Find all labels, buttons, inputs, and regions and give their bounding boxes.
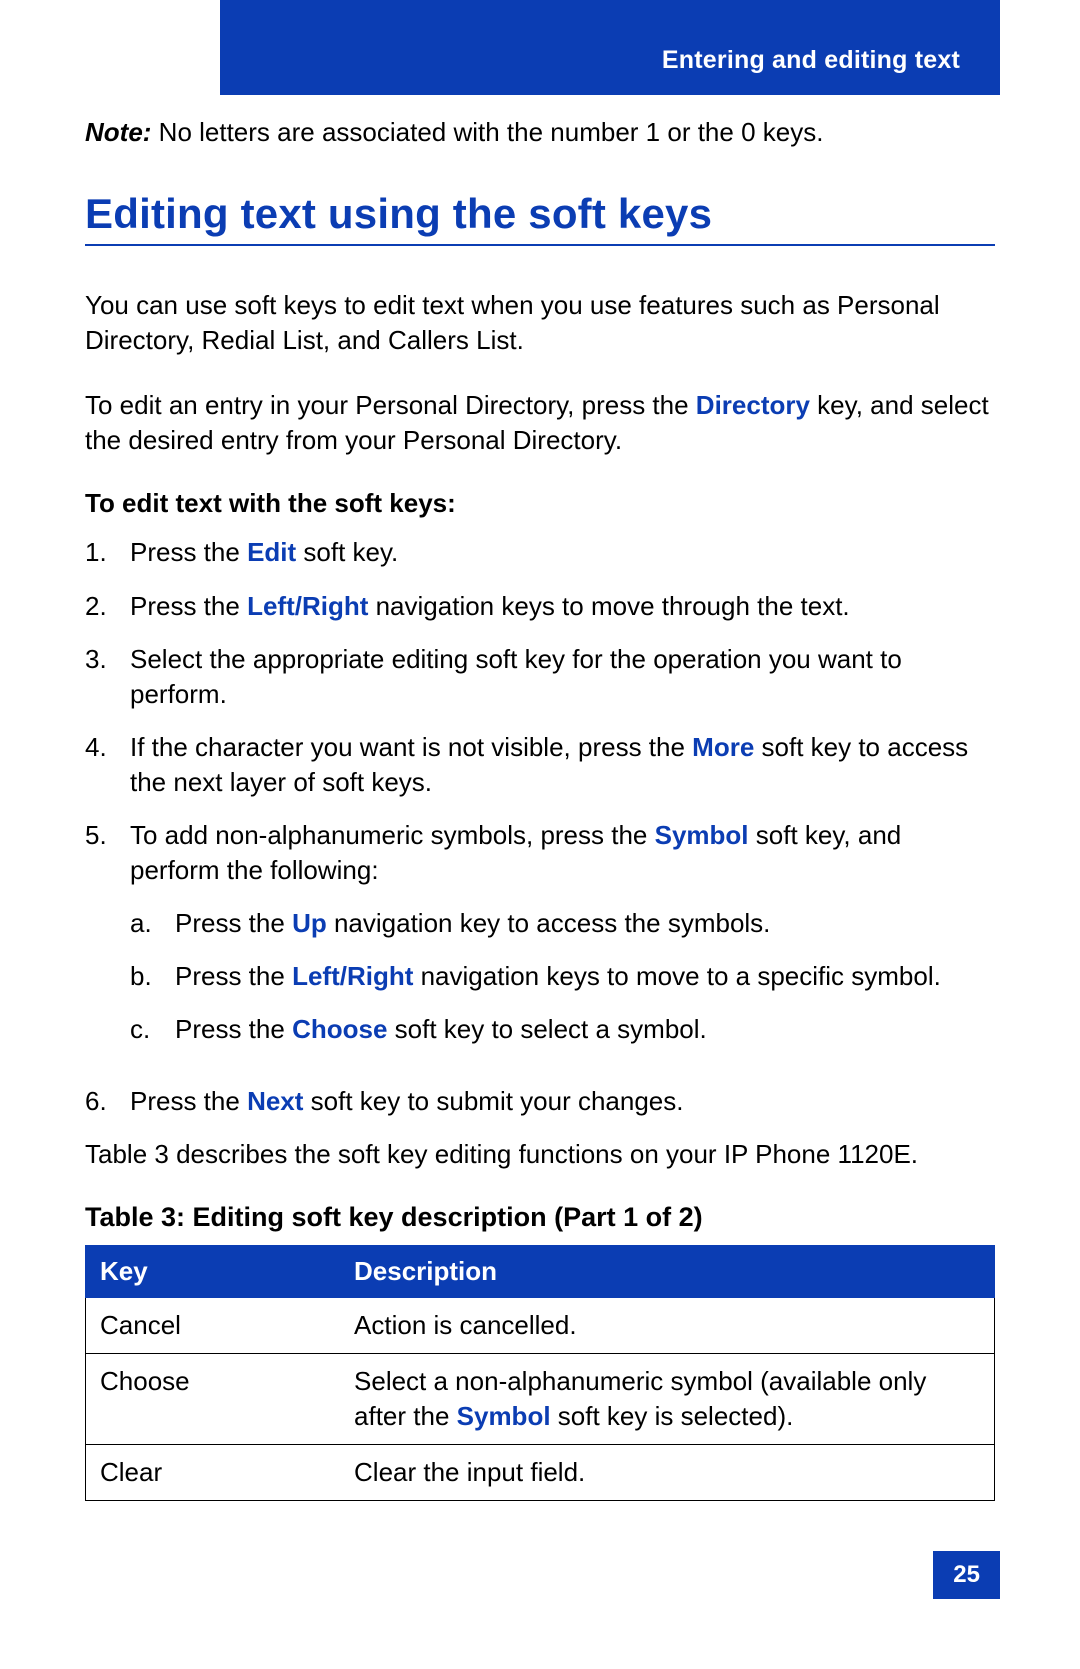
step-6: 6. Press the Next soft key to submit you… bbox=[85, 1084, 995, 1119]
section-title: Editing text using the soft keys bbox=[85, 190, 995, 246]
substep-a: a. Press the Up navigation key to access… bbox=[130, 906, 995, 941]
header-bar: Entering and editing text bbox=[220, 0, 1000, 95]
text-frag: soft key to select a symbol. bbox=[387, 1014, 706, 1044]
table-header-row: Key Description bbox=[86, 1245, 995, 1297]
text-frag: soft key is selected). bbox=[551, 1401, 794, 1431]
step-3: 3. Select the appropriate editing soft k… bbox=[85, 642, 995, 712]
note-label: Note: bbox=[85, 117, 151, 147]
col-key: Key bbox=[86, 1245, 341, 1297]
intro-paragraph-2: To edit an entry in your Personal Direct… bbox=[85, 388, 995, 458]
substep-text: Press the Up navigation key to access th… bbox=[175, 906, 995, 941]
table-row: Choose Select a non-alphanumeric symbol … bbox=[86, 1353, 995, 1444]
steps-list: 1. Press the Edit soft key. 2. Press the… bbox=[85, 535, 995, 1118]
leftright-keyword: Left/Right bbox=[292, 961, 413, 991]
text-frag: Press the bbox=[130, 591, 247, 621]
header-title: Entering and editing text bbox=[662, 46, 960, 75]
text-frag: If the character you want is not visible… bbox=[130, 732, 692, 762]
table-row: Clear Clear the input field. bbox=[86, 1444, 995, 1500]
text-frag: Press the bbox=[130, 537, 247, 567]
substep-letter: c. bbox=[130, 1012, 175, 1047]
symbol-keyword: Symbol bbox=[655, 820, 749, 850]
note-line: Note: No letters are associated with the… bbox=[85, 115, 995, 150]
step-number: 2. bbox=[85, 589, 130, 624]
note-text: No letters are associated with the numbe… bbox=[151, 117, 823, 147]
substep-letter: a. bbox=[130, 906, 175, 941]
intro2-part-a: To edit an entry in your Personal Direct… bbox=[85, 390, 696, 420]
table-intro: Table 3 describes the soft key editing f… bbox=[85, 1137, 995, 1172]
step-number: 1. bbox=[85, 535, 130, 570]
step-text: Press the Next soft key to submit your c… bbox=[130, 1084, 995, 1119]
cell-key: Clear bbox=[86, 1444, 341, 1500]
substep-text: Press the Left/Right navigation keys to … bbox=[175, 959, 995, 994]
step-number: 6. bbox=[85, 1084, 130, 1119]
cell-key: Choose bbox=[86, 1353, 341, 1444]
step-text: Select the appropriate editing soft key … bbox=[130, 642, 995, 712]
substep-text: Press the Choose soft key to select a sy… bbox=[175, 1012, 995, 1047]
cell-desc: Select a non-alphanumeric symbol (availa… bbox=[340, 1353, 994, 1444]
step-2: 2. Press the Left/Right navigation keys … bbox=[85, 589, 995, 624]
text-frag: Press the bbox=[175, 1014, 292, 1044]
text-frag: soft key. bbox=[296, 537, 398, 567]
step-number: 5. bbox=[85, 818, 130, 1065]
text-frag: Press the bbox=[175, 908, 292, 938]
substep-c: c. Press the Choose soft key to select a… bbox=[130, 1012, 995, 1047]
cell-desc: Action is cancelled. bbox=[340, 1297, 994, 1353]
table-row: Cancel Action is cancelled. bbox=[86, 1297, 995, 1353]
text-frag: To add non-alphanumeric symbols, press t… bbox=[130, 820, 655, 850]
step-5: 5. To add non-alphanumeric symbols, pres… bbox=[85, 818, 995, 1065]
table-caption: Table 3: Editing soft key description (P… bbox=[85, 1202, 995, 1233]
substep-b: b. Press the Left/Right navigation keys … bbox=[130, 959, 995, 994]
step-4: 4. If the character you want is not visi… bbox=[85, 730, 995, 800]
symbol-keyword: Symbol bbox=[457, 1401, 551, 1431]
page-number: 25 bbox=[933, 1551, 1000, 1599]
more-keyword: More bbox=[692, 732, 754, 762]
step-text: Press the Edit soft key. bbox=[130, 535, 995, 570]
text-frag: navigation keys to move to a specific sy… bbox=[413, 961, 940, 991]
steps-subheading: To edit text with the soft keys: bbox=[85, 488, 995, 519]
leftright-keyword: Left/Right bbox=[247, 591, 368, 621]
step-1: 1. Press the Edit soft key. bbox=[85, 535, 995, 570]
next-keyword: Next bbox=[247, 1086, 303, 1116]
intro-paragraph-1: You can use soft keys to edit text when … bbox=[85, 288, 995, 358]
step-text: Press the Left/Right navigation keys to … bbox=[130, 589, 995, 624]
substeps-list: a. Press the Up navigation key to access… bbox=[130, 906, 995, 1047]
text-frag: soft key to submit your changes. bbox=[303, 1086, 683, 1116]
soft-key-table: Key Description Cancel Action is cancell… bbox=[85, 1245, 995, 1501]
choose-keyword: Choose bbox=[292, 1014, 387, 1044]
text-frag: navigation keys to move through the text… bbox=[368, 591, 849, 621]
step-number: 3. bbox=[85, 642, 130, 712]
col-description: Description bbox=[340, 1245, 994, 1297]
edit-keyword: Edit bbox=[247, 537, 296, 567]
substep-letter: b. bbox=[130, 959, 175, 994]
cell-key: Cancel bbox=[86, 1297, 341, 1353]
step-text: If the character you want is not visible… bbox=[130, 730, 995, 800]
text-frag: Press the bbox=[175, 961, 292, 991]
directory-keyword: Directory bbox=[696, 390, 810, 420]
up-keyword: Up bbox=[292, 908, 327, 938]
text-frag: navigation key to access the symbols. bbox=[327, 908, 771, 938]
step-text: To add non-alphanumeric symbols, press t… bbox=[130, 818, 995, 1065]
step-number: 4. bbox=[85, 730, 130, 800]
page-content: Note: No letters are associated with the… bbox=[85, 115, 995, 1501]
text-frag: Press the bbox=[130, 1086, 247, 1116]
cell-desc: Clear the input field. bbox=[340, 1444, 994, 1500]
